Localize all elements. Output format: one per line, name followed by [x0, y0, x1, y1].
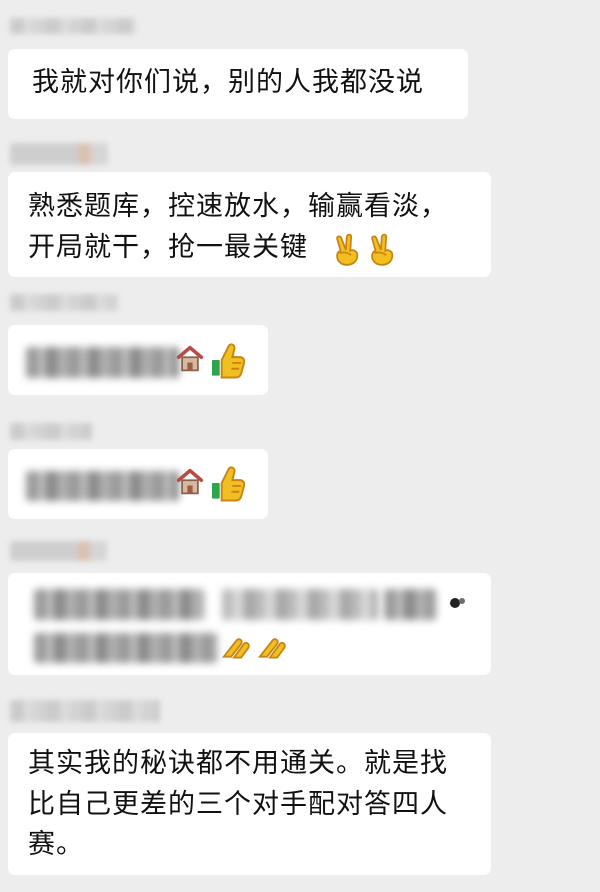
house-emoji [176, 345, 204, 372]
clapping-hands-emoji [222, 638, 250, 659]
sender-name-redacted [10, 294, 118, 311]
sender-name-redacted [10, 423, 92, 440]
sender-name-redacted [10, 700, 160, 722]
victory-hand-emoji [371, 233, 394, 266]
message-line: 比自己更差的三个对手配对答四人 [28, 789, 448, 820]
message-text: 我就对你们说，别的人我都没说 [32, 67, 424, 98]
message-bubble[interactable] [8, 325, 268, 395]
sender-name-redacted [10, 143, 108, 165]
thumbs-up-emoji [211, 343, 245, 379]
chat-history: 我就对你们说，别的人我都没说 熟悉题库，控速放水，输赢看淡， 开局就干，抢一最关… [0, 0, 600, 892]
clapping-hands-emoji [258, 638, 286, 659]
redacted-message-content [26, 471, 179, 501]
sender-name-redacted [10, 541, 107, 561]
message-line: 开局就干，抢一最关键 [28, 232, 308, 263]
message-3 [8, 294, 298, 398]
message-bubble[interactable] [8, 449, 268, 519]
message-2: 熟悉题库，控速放水，输赢看淡， 开局就干，抢一最关键 [8, 143, 498, 281]
message-bubble[interactable] [8, 573, 491, 675]
message-4 [8, 423, 298, 522]
victory-hand-emoji [336, 233, 359, 266]
message-1: 我就对你们说，别的人我都没说 [8, 18, 498, 122]
message-6: 其实我的秘诀都不用通关。就是找 比自己更差的三个对手配对答四人 赛。 [8, 700, 498, 880]
redacted-message-content [222, 589, 378, 620]
message-bubble[interactable]: 熟悉题库，控速放水，输赢看淡， 开局就干，抢一最关键 [8, 172, 491, 277]
house-emoji [176, 468, 204, 495]
sender-name-redacted [10, 18, 136, 34]
message-5 [8, 541, 498, 675]
redacted-message-content [34, 633, 218, 663]
redacted-message-content [34, 589, 204, 620]
message-line: 其实我的秘诀都不用通关。就是找 [28, 748, 448, 779]
message-bubble[interactable]: 其实我的秘诀都不用通关。就是找 比自己更差的三个对手配对答四人 赛。 [8, 733, 491, 875]
small-emoji-icon [450, 598, 465, 608]
message-line: 熟悉题库，控速放水，输赢看淡， [28, 191, 448, 222]
message-line: 赛。 [28, 829, 84, 860]
redacted-message-content [384, 589, 436, 620]
redacted-message-content [26, 347, 179, 378]
message-bubble[interactable]: 我就对你们说，别的人我都没说 [8, 49, 468, 119]
thumbs-up-emoji [211, 466, 245, 502]
